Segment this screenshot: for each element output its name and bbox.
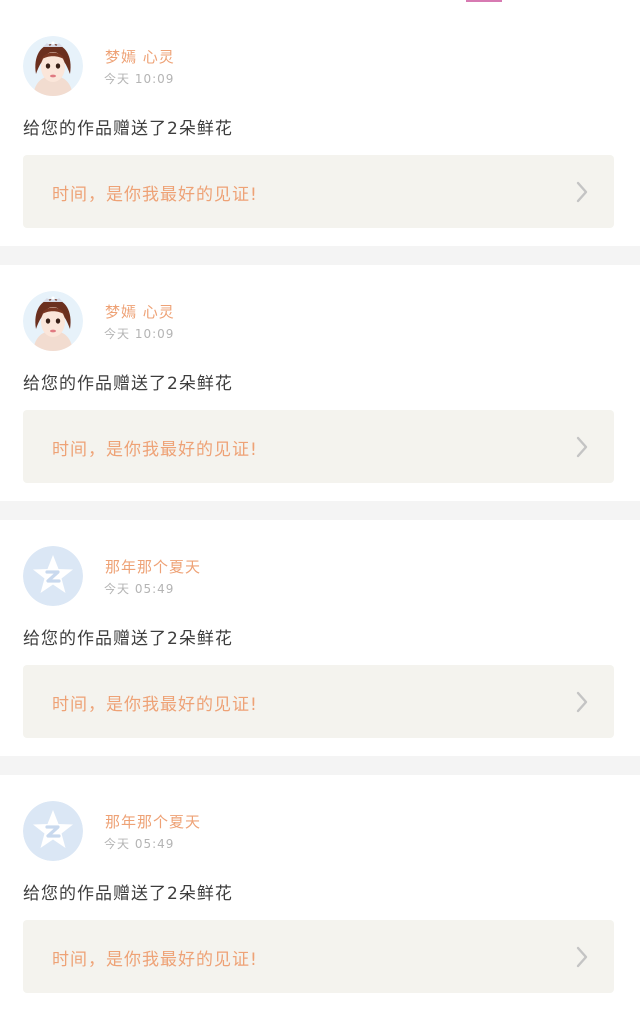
chevron-right-icon: [575, 435, 589, 459]
username[interactable]: 梦嫣 心灵: [105, 301, 175, 322]
notification-card: 那年那个夏天 今天 05:49 给您的作品赠送了2朵鲜花 时间，是你我最好的见证…: [0, 775, 640, 1011]
gift-detail-link[interactable]: 时间，是你我最好的见证!: [23, 665, 614, 738]
notification-card: 梦嫣 心灵 今天 10:09 给您的作品赠送了2朵鲜花 时间，是你我最好的见证!: [0, 265, 640, 501]
gift-slogan: 时间，是你我最好的见证!: [52, 950, 258, 970]
gift-detail-link[interactable]: 时间，是你我最好的见证!: [23, 410, 614, 483]
card-divider: [0, 756, 640, 775]
girl-portrait-avatar-icon: [23, 36, 83, 96]
gift-message: 给您的作品赠送了2朵鲜花: [23, 629, 233, 649]
card-divider: [0, 246, 640, 265]
qzone-star-avatar-icon: [23, 801, 83, 861]
username[interactable]: 梦嫣 心灵: [105, 46, 175, 67]
user-avatar[interactable]: [23, 36, 83, 96]
chevron-right-icon: [575, 945, 589, 969]
card-divider: [0, 501, 640, 520]
timestamp: 今天 10:09: [104, 327, 175, 341]
notification-card: 梦嫣 心灵 今天 10:09 给您的作品赠送了2朵鲜花 时间，是你我最好的见证!: [0, 10, 640, 246]
gift-slogan: 时间，是你我最好的见证!: [52, 185, 258, 205]
chevron-right-icon: [575, 690, 589, 714]
girl-portrait-avatar-icon: [23, 291, 83, 351]
gift-detail-link[interactable]: 时间，是你我最好的见证!: [23, 155, 614, 228]
timestamp: 今天 05:49: [104, 837, 175, 851]
timestamp: 今天 10:09: [104, 72, 175, 86]
gift-notification-feed: 梦嫣 心灵 今天 10:09 给您的作品赠送了2朵鲜花 时间，是你我最好的见证!: [0, 10, 640, 1011]
gift-message: 给您的作品赠送了2朵鲜花: [23, 884, 233, 904]
gift-slogan: 时间，是你我最好的见证!: [52, 440, 258, 460]
gift-detail-link[interactable]: 时间，是你我最好的见证!: [23, 920, 614, 993]
chevron-right-icon: [575, 180, 589, 204]
notification-card: 那年那个夏天 今天 05:49 给您的作品赠送了2朵鲜花 时间，是你我最好的见证…: [0, 520, 640, 756]
username[interactable]: 那年那个夏天: [105, 556, 201, 577]
timestamp: 今天 05:49: [104, 582, 175, 596]
gift-message: 给您的作品赠送了2朵鲜花: [23, 374, 233, 394]
username[interactable]: 那年那个夏天: [105, 811, 201, 832]
gift-message: 给您的作品赠送了2朵鲜花: [23, 119, 233, 139]
gift-slogan: 时间，是你我最好的见证!: [52, 695, 258, 715]
user-avatar[interactable]: [23, 546, 83, 606]
qzone-star-avatar-icon: [23, 546, 83, 606]
user-avatar[interactable]: [23, 801, 83, 861]
user-avatar[interactable]: [23, 291, 83, 351]
top-accent-bar: [466, 0, 502, 2]
